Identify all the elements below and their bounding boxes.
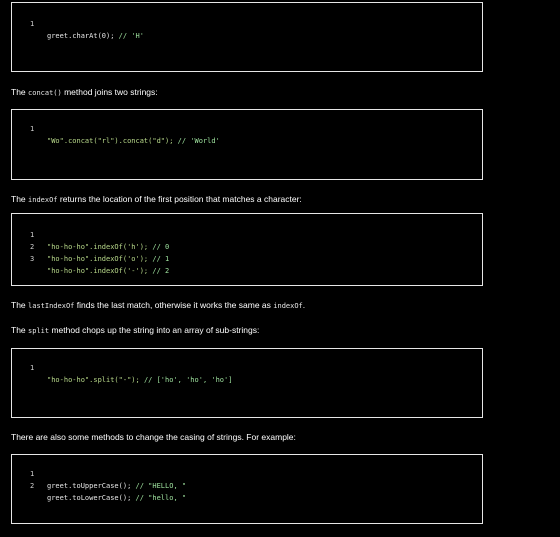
code-block-charat[interactable]: 1 greet.charAt(0); // 'H' xyxy=(11,2,483,72)
inline-code-indexof: indexOf xyxy=(28,196,58,204)
code-line: 2 "ho-ho-ho".indexOf('o'); // 1 xyxy=(12,229,482,263)
inline-code-indexof-2: indexOf xyxy=(273,302,303,310)
paragraph-indexof: The indexOf returns the location of the … xyxy=(11,194,302,204)
paragraph-concat: The concat() method joins two strings: xyxy=(11,87,158,97)
line-number: 1 xyxy=(30,20,35,28)
code-line: 3 "ho-ho-ho".indexOf('-'); // 2 xyxy=(12,241,482,275)
paragraph-casing: There are also some methods to change th… xyxy=(11,432,296,442)
code-line: 1 greet.toUpperCase(); // "HELLO, " xyxy=(12,456,482,490)
code-line: 1 "ho-ho-ho".indexOf('h'); // 0 xyxy=(12,217,482,251)
paragraph-lastindexof: The lastIndexOf finds the last match, ot… xyxy=(11,300,306,310)
inline-code-concat: concat() xyxy=(28,89,62,97)
code-block-concat[interactable]: 1 "Wo".concat("rl").concat("d"); // 'Wor… xyxy=(11,109,483,180)
code-text: "Wo".concat("rl").concat("d"); // 'World… xyxy=(47,137,220,145)
code-text: greet.charAt(0); // 'H' xyxy=(47,32,144,40)
code-text: greet.toUpperCase(); // "HELLO, " xyxy=(47,482,187,490)
code-block-indexof[interactable]: 1 "ho-ho-ho".indexOf('h'); // 0 2 "ho-ho… xyxy=(11,213,483,286)
code-text: greet.toLowerCase(); // "hello, " xyxy=(47,494,187,502)
code-text: "ho-ho-ho".split("-"); // ['ho', 'ho', '… xyxy=(47,376,233,384)
line-number: 1 xyxy=(30,364,35,372)
code-line: 1 "Wo".concat("rl").concat("d"); // 'Wor… xyxy=(12,111,482,145)
line-number: 3 xyxy=(30,255,35,263)
code-text: "ho-ho-ho".indexOf('o'); // 1 xyxy=(47,255,170,263)
code-block-casing[interactable]: 1 greet.toUpperCase(); // "HELLO, " 2 gr… xyxy=(11,454,483,524)
code-text: "ho-ho-ho".indexOf('-'); // 2 xyxy=(47,267,170,275)
line-number: 2 xyxy=(30,482,35,490)
inline-code-lastindexof: lastIndexOf xyxy=(28,302,75,310)
code-line: 1 "ho-ho-ho".split("-"); // ['ho', 'ho',… xyxy=(12,350,482,384)
inline-code-split: split xyxy=(28,327,50,335)
line-number: 1 xyxy=(30,125,35,133)
paragraph-split: The split method chops up the string int… xyxy=(11,325,260,335)
code-line: 1 greet.charAt(0); // 'H' xyxy=(12,6,482,40)
code-line: 2 greet.toLowerCase(); // "hello, " xyxy=(12,468,482,502)
code-block-split[interactable]: 1 "ho-ho-ho".split("-"); // ['ho', 'ho',… xyxy=(11,348,483,418)
